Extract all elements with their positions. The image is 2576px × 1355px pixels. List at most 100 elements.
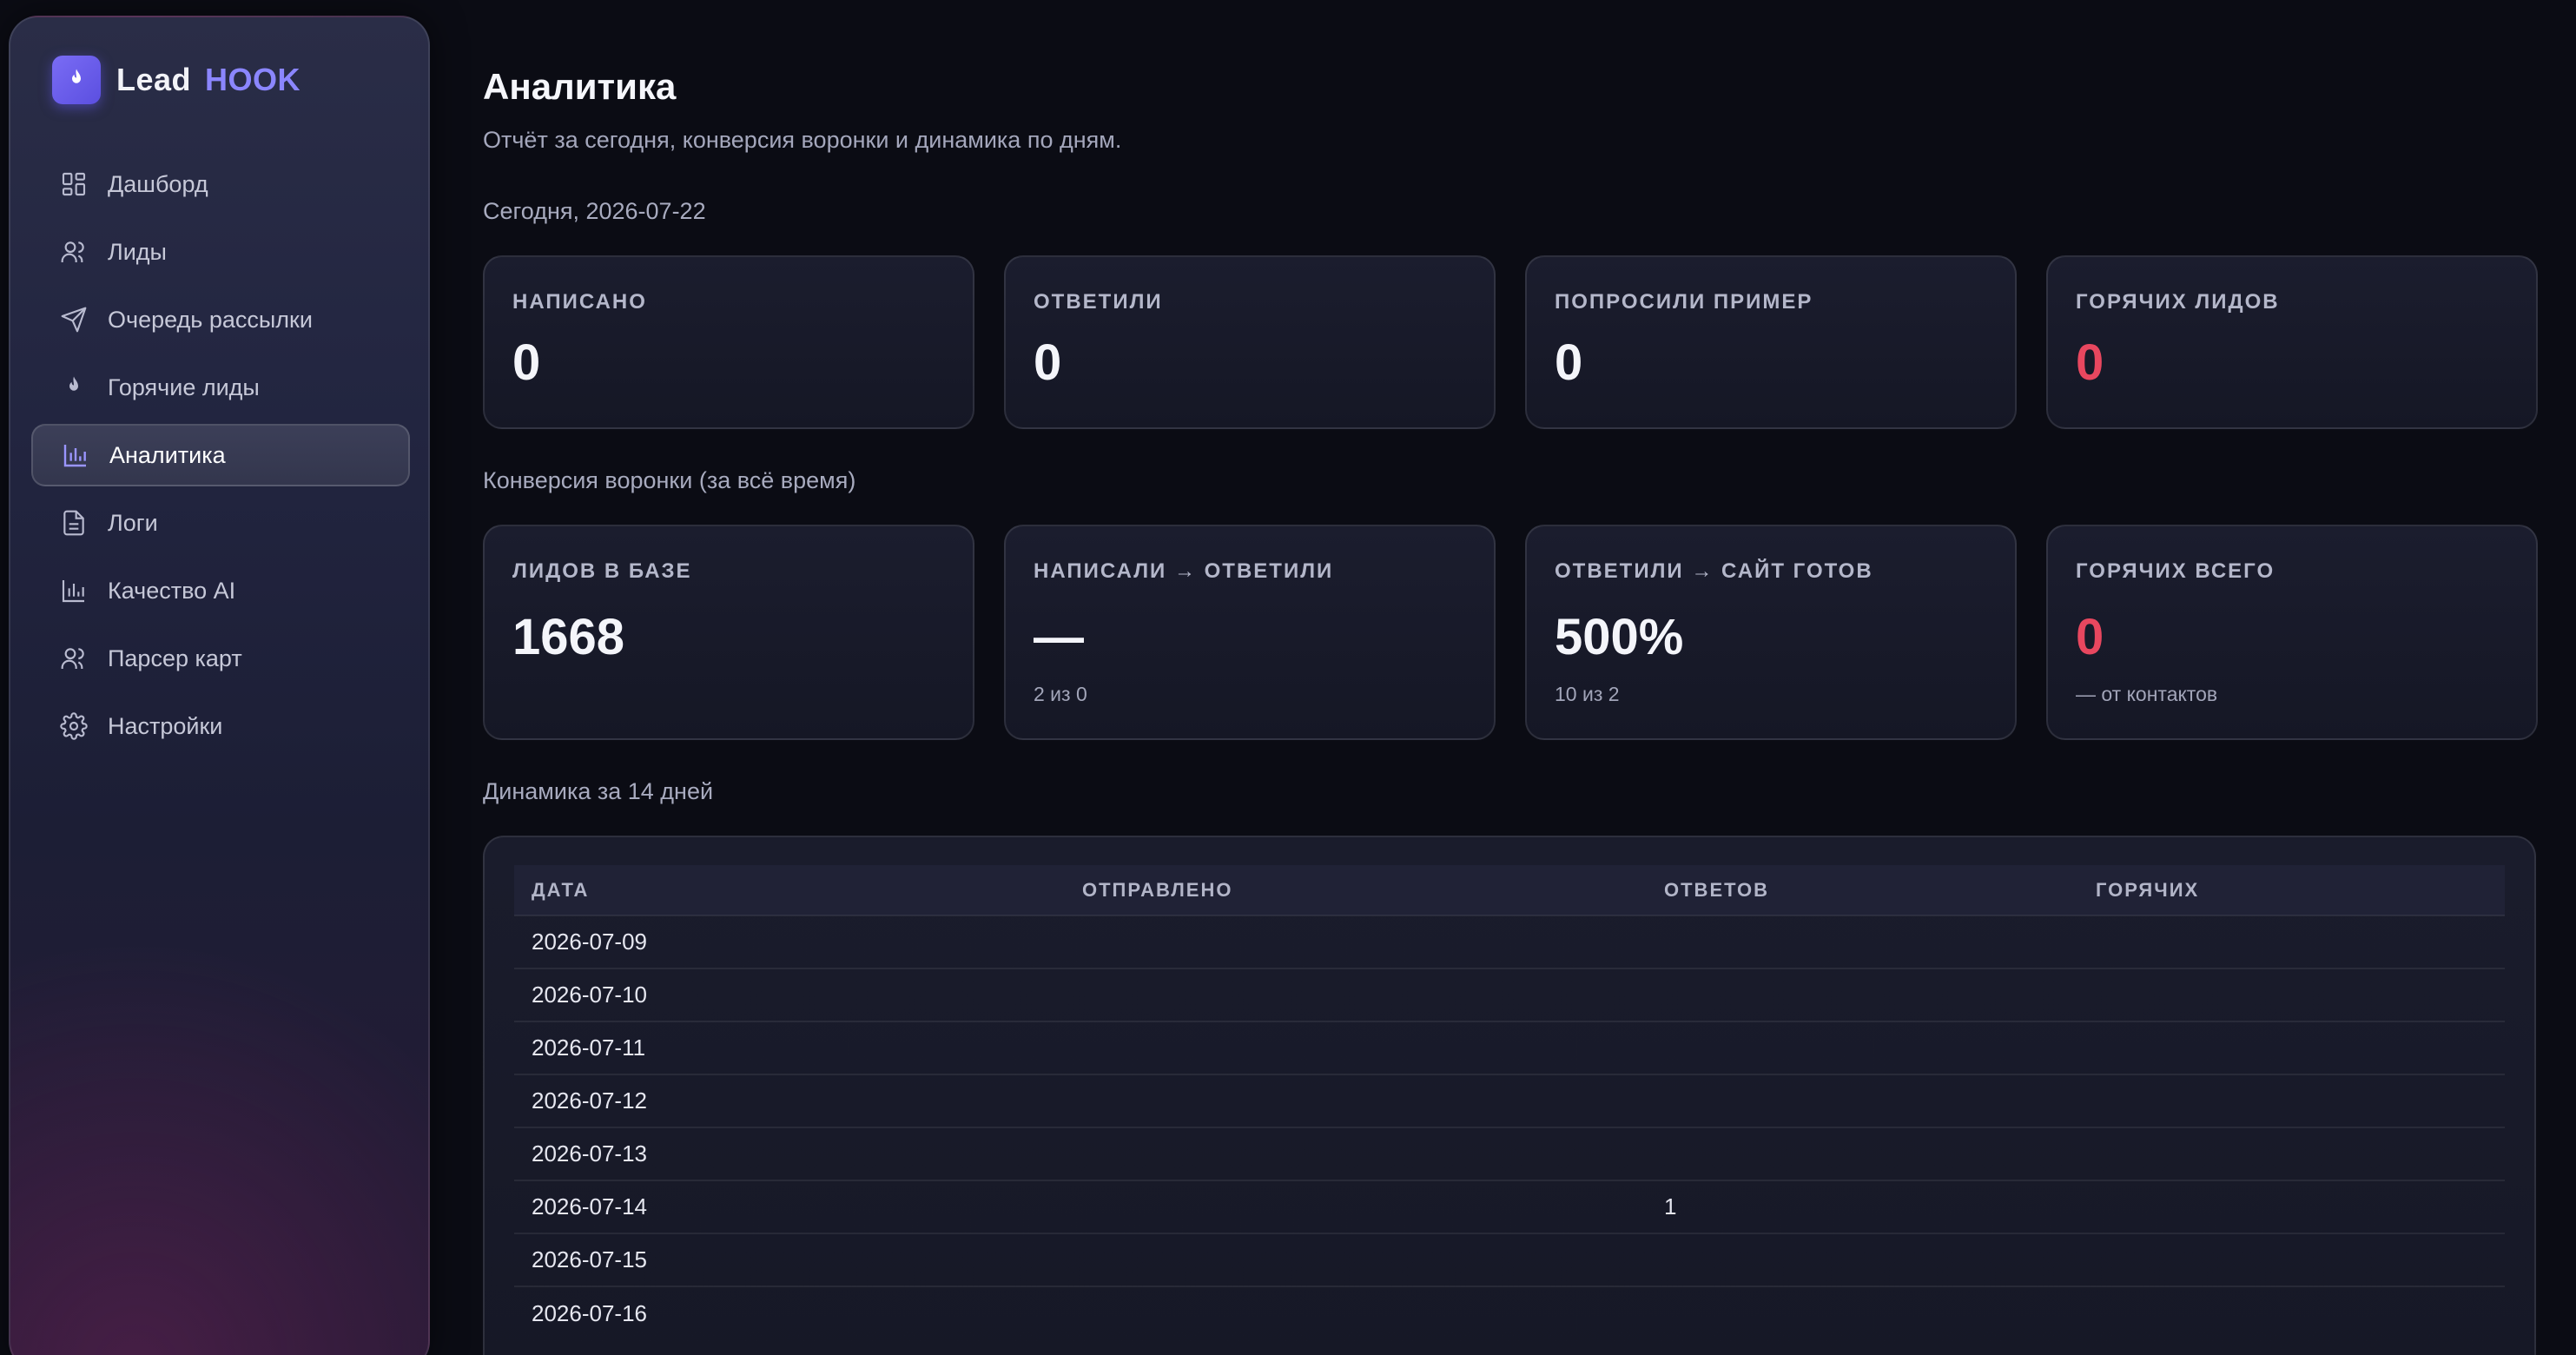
sidebar-item-label: Лиды [108, 238, 167, 265]
table-cell-date: 2026-07-10 [514, 968, 1065, 1021]
table-cell-date: 2026-07-13 [514, 1127, 1065, 1180]
funnel-card-label: ЛИДОВ В БАЗЕ [512, 559, 692, 583]
table-cell-replies [1647, 1233, 2078, 1286]
table-row: 2026-07-16 [514, 1286, 2505, 1339]
table-cell-hot [2078, 915, 2505, 968]
funnel-card-leads-in-base: ЛИДОВ В БАЗЕ 1668 [483, 525, 974, 740]
brand-name: Lead HOOK [116, 62, 301, 98]
sidebar-item-label: Качество AI [108, 577, 236, 604]
stat-card-value: 0 [1555, 334, 1583, 391]
table-cell-replies [1647, 1127, 2078, 1180]
table-header-row: ДАТА ОТПРАВЛЕНО ОТВЕТОВ ГОРЯЧИХ [514, 865, 2505, 915]
table-cell-sent [1065, 1127, 1647, 1180]
table-cell-sent [1065, 1021, 1647, 1074]
stat-card-value: 0 [1034, 334, 1062, 391]
sidebar-item-label: Горячие лиды [108, 373, 260, 400]
table-cell-replies: 1 [1647, 1180, 2078, 1233]
dynamics-table-panel: ДАТА ОТПРАВЛЕНО ОТВЕТОВ ГОРЯЧИХ 2026-07-… [483, 836, 2536, 1355]
dynamics-section-label: Динамика за 14 дней [483, 778, 714, 804]
table-cell-hot [2078, 1021, 2505, 1074]
sidebar-item-dashboard[interactable]: Дашборд [31, 153, 410, 215]
sidebar-item-logs[interactable]: Логи [31, 492, 410, 554]
funnel-card-sub: 10 из 2 [1555, 683, 1620, 705]
funnel-card-sub: — от контактов [2076, 683, 2218, 705]
stat-card-value: 0 [512, 334, 541, 391]
stat-card-label: ОТВЕТИЛИ [1034, 290, 1163, 314]
users-icon [59, 644, 89, 673]
dashboard-icon [59, 169, 89, 199]
stat-card-label: НАПИСАНО [512, 290, 647, 314]
table-body: 2026-07-09 2026-07-10 2026-07-11 2026-07… [514, 915, 2505, 1339]
bar-chart-icon [59, 576, 89, 605]
sidebar-item-settings[interactable]: Настройки [31, 695, 410, 757]
table-cell-date: 2026-07-15 [514, 1233, 1065, 1286]
column-header-sent[interactable]: ОТПРАВЛЕНО [1065, 865, 1647, 915]
table-cell-hot [2078, 1074, 2505, 1127]
funnel-section-label: Конверсия воронки (за всё время) [483, 467, 856, 493]
stat-card-replied: ОТВЕТИЛИ 0 [1004, 255, 1496, 429]
gear-icon [59, 711, 89, 741]
stat-card-value: 0 [2076, 334, 2104, 391]
table-cell-date: 2026-07-16 [514, 1286, 1065, 1339]
column-header-replies[interactable]: ОТВЕТОВ [1647, 865, 2078, 915]
table-row: 2026-07-15 [514, 1233, 2505, 1286]
table-cell-sent [1065, 915, 1647, 968]
stat-card-label: ГОРЯЧИХ ЛИДОВ [2076, 290, 2280, 314]
column-header-hot[interactable]: ГОРЯЧИХ [2078, 865, 2505, 915]
sidebar-item-label: Аналитика [109, 441, 226, 468]
funnel-card-label: ОТВЕТИЛИ → САЙТ ГОТОВ [1555, 559, 1873, 583]
table-cell-replies [1647, 1074, 2078, 1127]
sidebar-item-label: Дашборд [108, 170, 208, 197]
sidebar-item-map-parser[interactable]: Парсер карт [31, 627, 410, 690]
sidebar-item-label: Логи [108, 509, 158, 536]
table-row: 2026-07-10 [514, 968, 2505, 1021]
today-section-label: Сегодня, 2026-07-22 [483, 198, 706, 224]
table-cell-sent [1065, 968, 1647, 1021]
table-cell-date: 2026-07-11 [514, 1021, 1065, 1074]
table-cell-replies [1647, 968, 2078, 1021]
app-root: Lead HOOK Дашборд Лиды Очередь рассылки … [0, 0, 2576, 1355]
sidebar-item-analytics[interactable]: Аналитика [31, 424, 410, 486]
table-cell-hot [2078, 1127, 2505, 1180]
funnel-card-value: 1668 [512, 609, 625, 665]
page-subtitle: Отчёт за сегодня, конверсия воронки и ди… [483, 127, 1122, 153]
funnel-card-sub: 2 из 0 [1034, 683, 1087, 705]
table-cell-sent [1065, 1180, 1647, 1233]
funnel-card-value: 0 [2076, 609, 2104, 665]
stat-card-written: НАПИСАНО 0 [483, 255, 974, 429]
sidebar-item-leads[interactable]: Лиды [31, 221, 410, 283]
table-row: 2026-07-11 [514, 1021, 2505, 1074]
sidebar-item-hot-leads[interactable]: Горячие лиды [31, 356, 410, 419]
table-cell-hot [2078, 1286, 2505, 1339]
table-row: 2026-07-09 [514, 915, 2505, 968]
today-stats: НАПИСАНО 0 ОТВЕТИЛИ 0 ПОПРОСИЛИ ПРИМЕР 0… [483, 255, 2538, 429]
funnel-card-label: НАПИСАЛИ → ОТВЕТИЛИ [1034, 559, 1334, 583]
bar-chart-icon [61, 440, 90, 470]
stat-card-hot-leads: ГОРЯЧИХ ЛИДОВ 0 [2046, 255, 2538, 429]
table-cell-hot [2078, 1233, 2505, 1286]
dynamics-table: ДАТА ОТПРАВЛЕНО ОТВЕТОВ ГОРЯЧИХ 2026-07-… [514, 865, 2505, 1339]
flame-logo-icon [52, 56, 101, 104]
table-cell-replies [1647, 1286, 2078, 1339]
funnel-card-value: 500% [1555, 609, 1684, 665]
stat-card-asked-example: ПОПРОСИЛИ ПРИМЕР 0 [1525, 255, 2017, 429]
column-header-date[interactable]: ДАТА [514, 865, 1065, 915]
brand[interactable]: Lead HOOK [52, 56, 301, 104]
table-row: 2026-07-12 [514, 1074, 2505, 1127]
sidebar-item-mailing-queue[interactable]: Очередь рассылки [31, 288, 410, 351]
table-cell-date: 2026-07-12 [514, 1074, 1065, 1127]
table-cell-sent [1065, 1286, 1647, 1339]
funnel-card-value: — [1034, 609, 1084, 665]
brand-hook: HOOK [205, 62, 301, 97]
brand-lead: Lead [116, 62, 192, 97]
table-cell-date: 2026-07-09 [514, 915, 1065, 968]
funnel-card-replied-site-ready: ОТВЕТИЛИ → САЙТ ГОТОВ 500% 10 из 2 [1525, 525, 2017, 740]
users-icon [59, 237, 89, 267]
table-cell-replies [1647, 1021, 2078, 1074]
document-icon [59, 508, 89, 538]
sidebar-item-ai-quality[interactable]: Качество AI [31, 559, 410, 622]
send-icon [59, 305, 89, 334]
sidebar: Lead HOOK Дашборд Лиды Очередь рассылки … [9, 16, 430, 1355]
table-cell-hot [2078, 1180, 2505, 1233]
sidebar-item-label: Парсер карт [108, 644, 242, 671]
